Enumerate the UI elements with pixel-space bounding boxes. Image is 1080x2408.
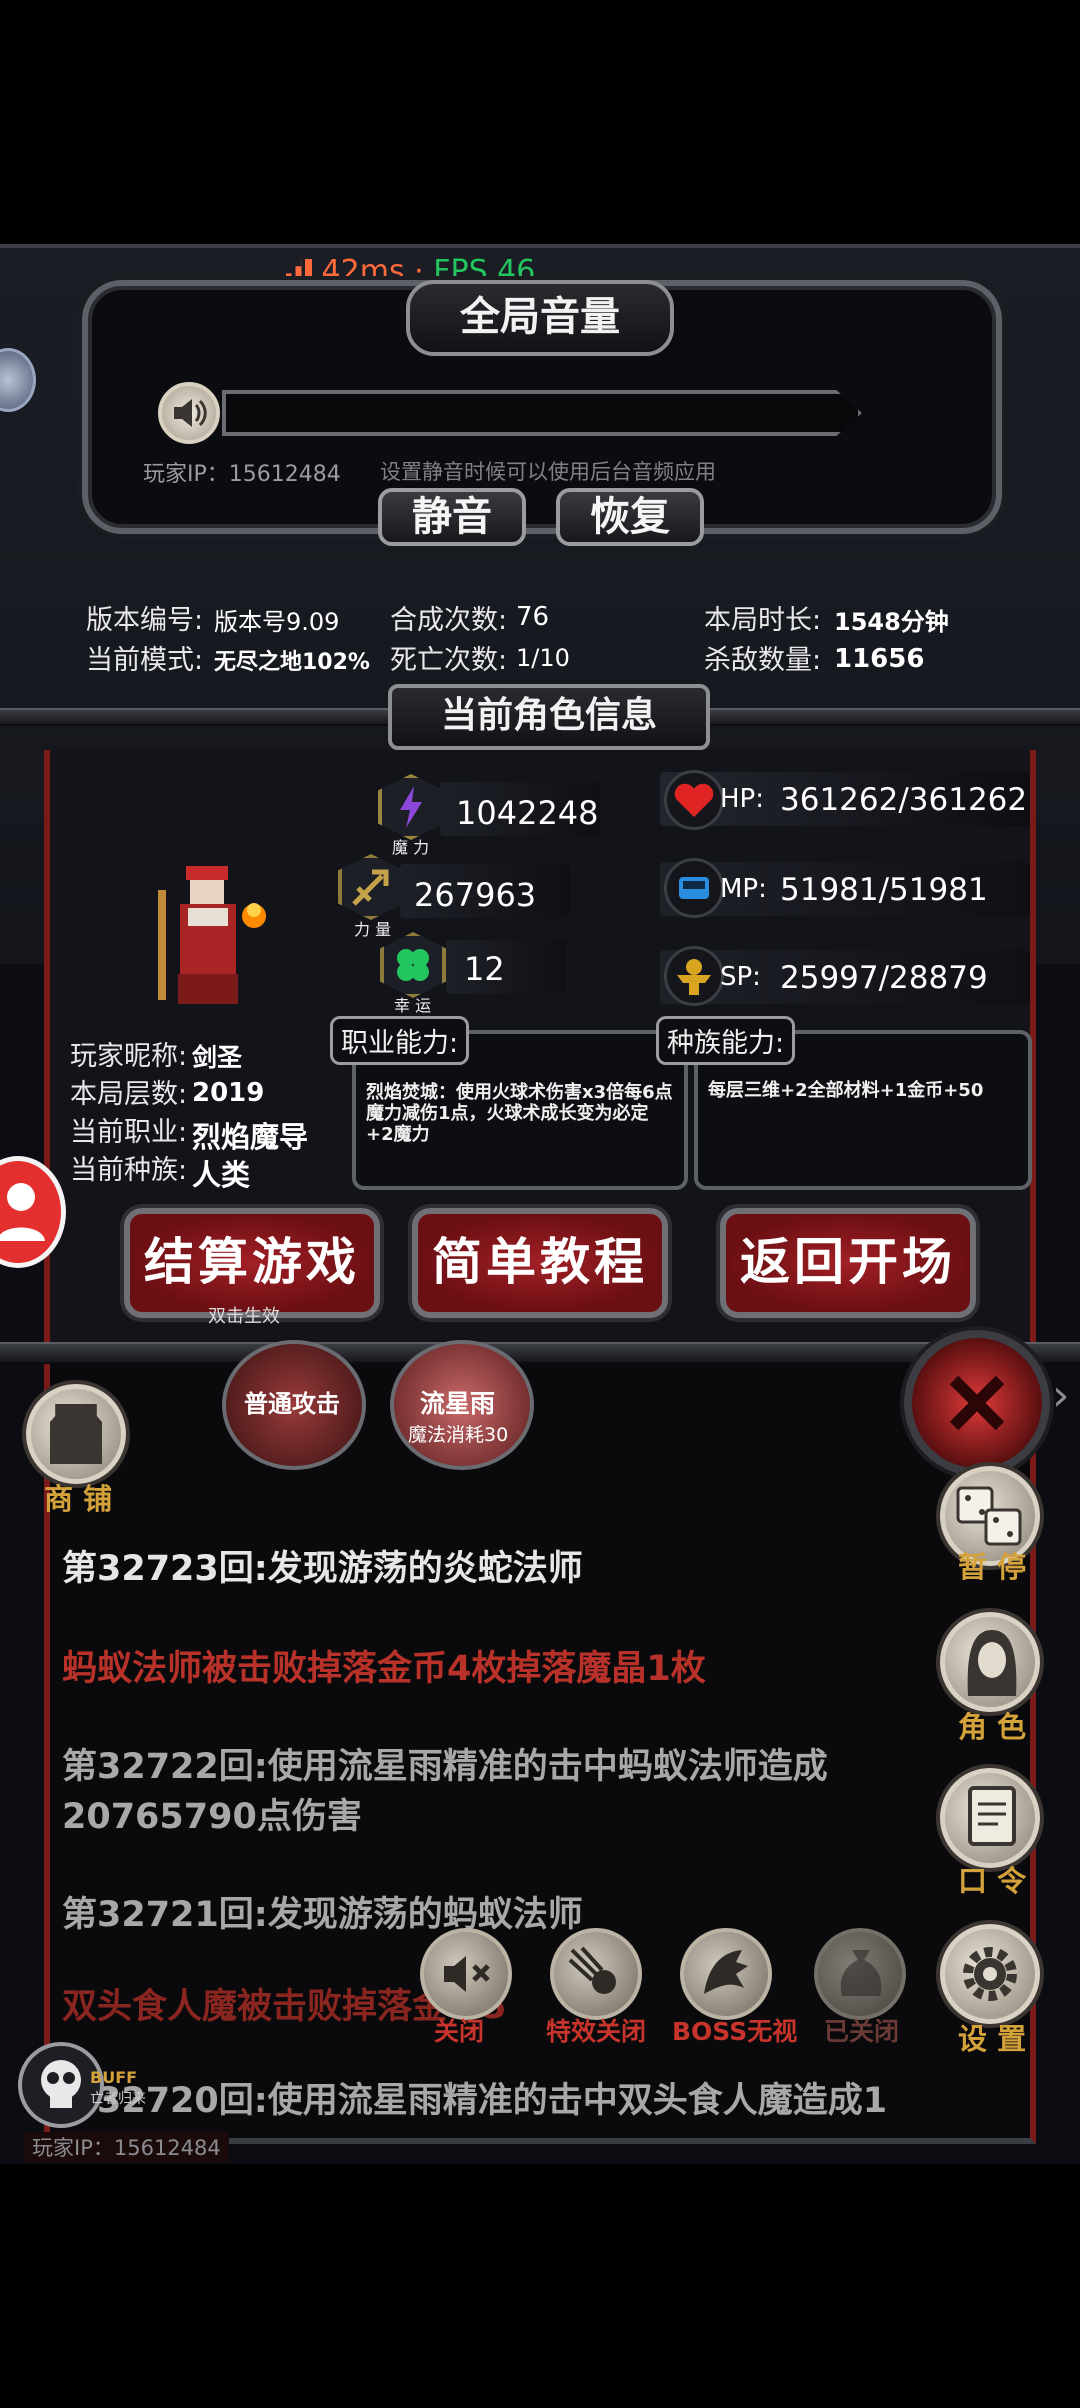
- nickname-value: 剑圣: [192, 1043, 243, 1072]
- footer-ip: 玩家IP：15612484: [24, 2132, 229, 2162]
- race-value: 人类: [192, 1158, 251, 1192]
- magic-value: 1042248: [456, 794, 599, 832]
- duration-value: 1548分钟: [834, 608, 949, 636]
- restore-button[interactable]: 恢复: [556, 488, 704, 546]
- scroll-icon: [968, 1786, 1016, 1846]
- kills-value: 11656: [834, 644, 925, 674]
- mute-button[interactable]: 静音: [378, 488, 526, 546]
- death-label: 死亡次数:: [390, 645, 508, 676]
- settle-hint: 双击生效: [208, 1306, 280, 1327]
- sound-off-label: 关闭: [434, 2017, 485, 2046]
- volume-slider[interactable]: [222, 390, 862, 436]
- normal-attack-skill[interactable]: 普通攻击: [222, 1340, 366, 1470]
- player-ip: 玩家IP：15612484: [143, 462, 341, 487]
- meteor-skill[interactable]: 流星雨 魔法消耗30: [390, 1340, 534, 1470]
- shop-icon: [50, 1404, 102, 1464]
- nickname-label: 玩家昵称:: [70, 1041, 188, 1072]
- race-ability-title: 种族能力:: [656, 1016, 796, 1065]
- mute-speaker-icon: [444, 1956, 490, 1992]
- race-label: 当前种族:: [70, 1155, 188, 1186]
- class-ability-text: 烈焰焚城：使用火球术伤害x3倍每6点魔力减伤1点，火球术成长变为必定+2魔力: [366, 1082, 673, 1145]
- hero-sprite: [150, 860, 268, 1010]
- death-value: 1/10: [516, 644, 570, 672]
- meteor-label: 流星雨: [420, 1389, 496, 1418]
- sp-value: 25997/28879: [780, 960, 988, 996]
- sp-icon: [664, 946, 724, 1006]
- role-label: 角 色: [958, 1710, 1027, 1744]
- volume-hint: 设置静音时候可以使用后台音频应用: [380, 460, 716, 484]
- log-line: 蚂蚁法师被击败掉落金币4枚掉落魔晶1枚: [62, 1649, 706, 1689]
- close-button[interactable]: [904, 1330, 1050, 1476]
- log-line: 第32722回:使用流星雨精准的击中蚂蚁法师造成20765790点伤害: [62, 1747, 828, 1837]
- luck-label: 幸 运: [394, 996, 432, 1015]
- mp-label: MP:: [720, 874, 767, 904]
- volume-title: 全局音量: [406, 280, 674, 356]
- mp-value: 51981/51981: [780, 872, 988, 908]
- merge-value: 76: [516, 602, 550, 632]
- magic-label: 魔 力: [392, 838, 430, 857]
- race-ability-text: 每层三维+2全部材料+1金币+50: [708, 1080, 984, 1101]
- mode-label: 当前模式:: [86, 645, 204, 676]
- floor-value: 2019: [192, 1078, 265, 1108]
- class-value: 烈焰魔导: [192, 1120, 309, 1154]
- log-line: 第32723回:发现游荡的炎蛇法师: [62, 1549, 583, 1589]
- log-line: 第32720回:使用流星雨精准的击中双头食人魔造成1: [62, 2081, 888, 2121]
- comet-icon: [568, 1946, 616, 1994]
- sack-icon: [840, 1950, 882, 1996]
- luck-value: 12: [464, 950, 505, 988]
- duration-label: 本局时长:: [704, 605, 822, 636]
- character-section-title: 当前角色信息: [388, 684, 710, 750]
- log-line: 第32721回:发现游荡的蚂蚁法师: [62, 1895, 583, 1935]
- effects-off-label: 特效关闭: [546, 2017, 647, 2046]
- kills-label: 杀敌数量:: [704, 645, 822, 676]
- dragon-icon: [704, 1950, 748, 1994]
- strength-value: 267963: [414, 876, 537, 914]
- closed-label: 已关闭: [824, 2017, 900, 2046]
- pause-label: 暂 停: [958, 1550, 1027, 1584]
- class-ability-title: 职业能力:: [330, 1016, 470, 1065]
- version-label: 版本编号:: [86, 605, 204, 636]
- gear-icon: [963, 1947, 1017, 2001]
- speaker-icon[interactable]: [158, 382, 220, 444]
- close-icon: [949, 1375, 1005, 1431]
- strength-label: 力 量: [354, 920, 392, 939]
- class-label: 当前职业:: [70, 1117, 188, 1148]
- tutorial-button[interactable]: 简单教程: [412, 1208, 668, 1318]
- hp-label: HP:: [720, 784, 764, 814]
- merge-label: 合成次数:: [390, 605, 508, 636]
- normal-attack-label: 普通攻击: [244, 1390, 340, 1418]
- return-start-button[interactable]: 返回开场: [720, 1208, 976, 1318]
- buff-label: BUFF: [90, 2068, 138, 2087]
- version-value: 版本号9.09: [214, 608, 340, 636]
- boss-ignore-label: BOSS无视: [672, 2017, 798, 2046]
- avatar[interactable]: [0, 1156, 66, 1268]
- password-label: 口 令: [958, 1864, 1027, 1898]
- game-screen: 42ms · FPS 46 全局音量 玩家IP：15612484 设置静音时候可…: [0, 244, 1080, 2164]
- heart-icon: [664, 770, 724, 830]
- mode-value: 无尽之地102%: [214, 650, 370, 675]
- shop-label: 商 铺: [44, 1482, 113, 1516]
- floor-label: 本局层数:: [70, 1079, 188, 1110]
- hp-value: 361262/361262: [780, 782, 1028, 818]
- chevron-right-icon[interactable]: ›: [1052, 1370, 1070, 1421]
- sp-label: SP:: [720, 962, 761, 992]
- hooded-figure-icon: [967, 1630, 1017, 1696]
- buff-sub: 亡者归来: [90, 2091, 146, 2107]
- settings-label: 设 置: [958, 2022, 1027, 2056]
- meteor-cost: 魔法消耗30: [408, 1424, 509, 1446]
- mp-icon: [664, 858, 724, 918]
